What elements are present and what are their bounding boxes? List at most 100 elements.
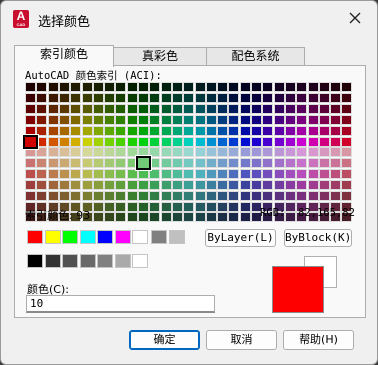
color-cell[interactable]: [307, 147, 319, 157]
color-cell[interactable]: [194, 201, 206, 212]
byblock-button[interactable]: ByBlock(K): [284, 229, 352, 247]
color-cell[interactable]: [194, 147, 206, 157]
color-cell[interactable]: [171, 114, 183, 125]
color-cell[interactable]: [273, 92, 285, 103]
color-cell[interactable]: [104, 201, 116, 212]
color-cell[interactable]: [115, 190, 127, 201]
color-cell[interactable]: [217, 125, 229, 136]
color-cell[interactable]: [138, 168, 149, 179]
color-cell[interactable]: [104, 212, 116, 223]
color-cell[interactable]: [217, 201, 229, 212]
color-cell[interactable]: [217, 168, 229, 179]
color-cell[interactable]: [104, 136, 116, 147]
color-cell[interactable]: [104, 82, 116, 92]
color-cell[interactable]: [194, 168, 206, 179]
color-cell[interactable]: [183, 179, 195, 190]
color-cell[interactable]: [228, 82, 240, 92]
color-cell[interactable]: [183, 212, 195, 223]
color-cell[interactable]: [273, 125, 285, 136]
color-cell[interactable]: [284, 212, 296, 223]
color-cell[interactable]: [205, 92, 217, 103]
color-cell[interactable]: [36, 190, 48, 201]
color-cell[interactable]: [25, 147, 36, 157]
color-cell[interactable]: [171, 147, 183, 157]
color-cell[interactable]: [251, 92, 262, 103]
color-cell[interactable]: [307, 179, 319, 190]
color-cell[interactable]: [58, 190, 70, 201]
color-cell[interactable]: [104, 190, 116, 201]
color-swatch[interactable]: [114, 230, 131, 244]
color-cell[interactable]: [115, 168, 127, 179]
color-cell[interactable]: [296, 114, 308, 125]
color-cell[interactable]: [284, 157, 296, 168]
color-cell[interactable]: [228, 125, 240, 136]
color-cell[interactable]: [70, 103, 82, 114]
color-cell[interactable]: [47, 136, 59, 147]
color-cell[interactable]: [262, 179, 274, 190]
color-cell[interactable]: [138, 82, 149, 92]
tab-color-books[interactable]: 配色系统: [206, 47, 305, 65]
color-cell[interactable]: [126, 125, 138, 136]
color-cell[interactable]: [273, 147, 285, 157]
color-cell[interactable]: [81, 92, 93, 103]
color-cell[interactable]: [138, 212, 149, 223]
color-cell[interactable]: [171, 103, 183, 114]
color-cell[interactable]: [25, 157, 36, 168]
color-cell[interactable]: [81, 103, 93, 114]
color-cell[interactable]: [251, 147, 262, 157]
color-cell[interactable]: [115, 114, 127, 125]
color-cell[interactable]: [330, 103, 342, 114]
color-cell[interactable]: [228, 157, 240, 168]
color-cell[interactable]: [205, 201, 217, 212]
color-cell[interactable]: [126, 201, 138, 212]
color-cell[interactable]: [194, 103, 206, 114]
color-cell[interactable]: [160, 114, 172, 125]
color-cell[interactable]: [217, 103, 229, 114]
close-icon[interactable]: [347, 10, 363, 26]
color-cell[interactable]: [239, 82, 251, 92]
color-cell[interactable]: [318, 114, 330, 125]
color-cell[interactable]: [70, 136, 82, 147]
color-cell[interactable]: [126, 212, 138, 223]
color-cell[interactable]: [318, 92, 330, 103]
color-cell[interactable]: [239, 92, 251, 103]
color-cell[interactable]: [194, 190, 206, 201]
color-cell[interactable]: [341, 190, 353, 201]
color-cell[interactable]: [296, 190, 308, 201]
color-cell[interactable]: [194, 125, 206, 136]
color-cell[interactable]: [92, 168, 104, 179]
color-cell[interactable]: [205, 190, 217, 201]
color-cell[interactable]: [47, 179, 59, 190]
color-swatch[interactable]: [27, 230, 43, 244]
color-swatch[interactable]: [79, 254, 96, 268]
color-cell[interactable]: [138, 136, 149, 147]
color-cell[interactable]: [205, 114, 217, 125]
color-cell[interactable]: [262, 190, 274, 201]
color-cell[interactable]: [217, 179, 229, 190]
color-cell[interactable]: [149, 92, 161, 103]
color-cell[interactable]: [115, 92, 127, 103]
color-cell[interactable]: [318, 179, 330, 190]
color-cell[interactable]: [194, 212, 206, 223]
color-cell[interactable]: [284, 147, 296, 157]
color-cell[interactable]: [47, 168, 59, 179]
color-cell[interactable]: [296, 125, 308, 136]
cancel-button[interactable]: 取消: [206, 330, 277, 350]
color-cell[interactable]: [126, 114, 138, 125]
color-cell[interactable]: [284, 168, 296, 179]
color-swatch[interactable]: [132, 254, 148, 268]
color-cell[interactable]: [36, 114, 48, 125]
color-cell[interactable]: [183, 82, 195, 92]
color-cell[interactable]: [228, 147, 240, 157]
color-cell[interactable]: [160, 157, 172, 168]
color-cell[interactable]: [194, 92, 206, 103]
color-cell[interactable]: [341, 136, 353, 147]
color-cell[interactable]: [160, 190, 172, 201]
color-cell[interactable]: [149, 103, 161, 114]
color-cell[interactable]: [115, 136, 127, 147]
color-cell[interactable]: [92, 212, 104, 223]
color-cell[interactable]: [171, 157, 183, 168]
color-cell[interactable]: [160, 179, 172, 190]
color-cell[interactable]: [183, 114, 195, 125]
color-cell[interactable]: [47, 157, 59, 168]
